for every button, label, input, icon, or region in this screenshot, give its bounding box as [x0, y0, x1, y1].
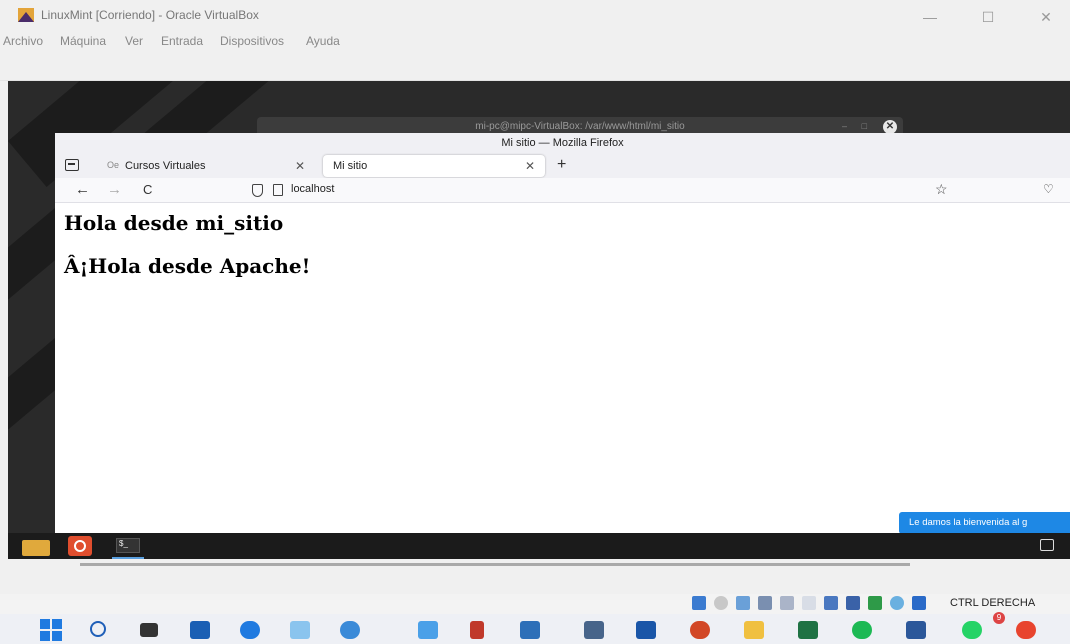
welcome-notification[interactable]: Le damos la bienvenida al g [899, 512, 1070, 534]
menu-archivo[interactable]: Archivo [3, 34, 43, 48]
optical-drive-icon[interactable] [714, 596, 728, 610]
close-button[interactable]: ✕ [1024, 6, 1068, 28]
menu-ayuda[interactable]: Ayuda [306, 34, 340, 48]
page-heading-1: Hola desde mi_sitio [64, 211, 284, 235]
menu-ver[interactable]: Ver [125, 34, 143, 48]
menu-dispositivos[interactable]: Dispositivos [220, 34, 284, 48]
file-explorer-icon[interactable] [190, 621, 210, 639]
powerpoint-icon[interactable] [690, 621, 710, 639]
maximize-button[interactable]: ☐ [966, 6, 1010, 28]
terminal-icon[interactable]: $_ [116, 538, 140, 553]
tab-label: Mi sitio [333, 160, 368, 172]
virtualbox-logo-icon [18, 8, 34, 22]
terminal-maximize-button[interactable]: □ [862, 121, 867, 131]
tab-label: Cursos Virtuales [125, 160, 206, 172]
paint-icon[interactable] [290, 621, 310, 639]
whatsapp-icon[interactable] [962, 621, 982, 639]
reload-button[interactable]: C [143, 182, 152, 197]
window-title: LinuxMint [Corriendo] - Oracle VirtualBo… [41, 8, 259, 22]
edge-icon[interactable] [340, 621, 360, 639]
audio-icon[interactable] [736, 596, 750, 610]
firefox-icon[interactable] [68, 536, 92, 556]
page-info-icon[interactable] [273, 184, 283, 196]
cpu-icon[interactable] [868, 596, 882, 610]
calculator-icon[interactable] [584, 621, 604, 639]
shared-folders-icon[interactable] [802, 596, 816, 610]
tracking-protection-shield-icon[interactable] [252, 184, 263, 197]
remote-desktop-icon[interactable] [520, 621, 540, 639]
display-icon[interactable] [824, 596, 838, 610]
excel-icon[interactable] [798, 621, 818, 639]
task-view-icon[interactable] [140, 623, 158, 637]
guest-desktop: mi-pc@mipc-VirtualBox: /var/www/html/mi_… [8, 81, 1070, 559]
bookmark-star-icon[interactable]: ☆ [935, 181, 948, 198]
folder-icon[interactable] [744, 621, 764, 639]
new-tab-button[interactable]: + [557, 156, 566, 174]
vm-top-strip [0, 51, 1070, 81]
usb-icon[interactable] [780, 596, 794, 610]
terminal-minimize-button[interactable]: – [842, 121, 847, 131]
virtualbox-titlebar: LinuxMint [Corriendo] - Oracle VirtualBo… [0, 0, 1070, 31]
search-icon[interactable] [90, 621, 106, 637]
terminal-close-button[interactable]: ✕ [883, 120, 897, 134]
host-key-label: CTRL DERECHA [950, 597, 1036, 609]
terminal-title: mi-pc@mipc-VirtualBox: /var/www/html/mi_… [475, 121, 685, 132]
hard-disk-icon[interactable] [692, 596, 706, 610]
active-indicator [112, 557, 144, 559]
navigation-toolbar: ← → C localhost ☆ ♡ [55, 178, 1070, 203]
forward-button[interactable]: → [107, 181, 122, 198]
workspace-icon[interactable] [1040, 539, 1054, 551]
pocket-icon[interactable]: ♡ [1043, 182, 1054, 196]
menu-bar: Archivo Máquina Ver Entrada Dispositivos… [0, 31, 1070, 51]
lms-icon[interactable] [636, 621, 656, 639]
firefox-window-title: Mi sitio — Mozilla Firefox [501, 137, 624, 149]
menu-maquina[interactable]: Máquina [60, 34, 106, 48]
horizontal-scrollbar[interactable] [80, 563, 910, 566]
page-content: Hola desde mi_sitio Â¡Hola desde Apache! [55, 203, 1070, 533]
windows-taskbar [0, 614, 1070, 644]
word-icon[interactable] [906, 621, 926, 639]
tab-mi-sitio[interactable]: Mi sitio ✕ [323, 155, 545, 177]
notification-badge: 9 [993, 612, 1005, 624]
tab-cursos-virtuales[interactable]: Oe Cursos Virtuales ✕ [95, 155, 315, 177]
chrome-icon[interactable] [1016, 621, 1036, 639]
virtualbox-status-bar: CTRL DERECHA [0, 594, 1070, 614]
minimize-button[interactable]: — [908, 6, 952, 28]
page-heading-2: Â¡Hola desde Apache! [64, 254, 311, 278]
notepad-icon[interactable] [418, 621, 438, 639]
close-tab-icon[interactable]: ✕ [295, 159, 305, 173]
firefox-titlebar: Mi sitio — Mozilla Firefox [55, 133, 1070, 153]
spotify-icon[interactable] [852, 621, 872, 639]
back-button[interactable]: ← [75, 181, 90, 198]
virtualbox-window: LinuxMint [Corriendo] - Oracle VirtualBo… [0, 0, 1070, 594]
tab-list-icon[interactable] [65, 159, 79, 171]
network-icon[interactable] [758, 596, 772, 610]
tab-favicon: Oe [107, 160, 120, 170]
notion-icon[interactable] [470, 621, 484, 639]
tab-bar: Oe Cursos Virtuales ✕ Mi sitio ✕ + [55, 153, 1070, 178]
close-tab-icon[interactable]: ✕ [525, 159, 535, 173]
windows-start-icon[interactable] [40, 619, 62, 641]
menu-entrada[interactable]: Entrada [161, 34, 203, 48]
url-bar[interactable]: localhost [291, 183, 334, 195]
keyboard-capture-icon[interactable] [912, 596, 926, 610]
outlook-icon[interactable] [240, 621, 260, 639]
mint-panel: $_ [8, 533, 1070, 559]
firefox-window: Mi sitio — Mozilla Firefox Oe Cursos Vir… [55, 133, 1070, 533]
recording-icon[interactable] [846, 596, 860, 610]
mouse-integration-icon[interactable] [890, 596, 904, 610]
folder-icon[interactable] [22, 540, 50, 556]
